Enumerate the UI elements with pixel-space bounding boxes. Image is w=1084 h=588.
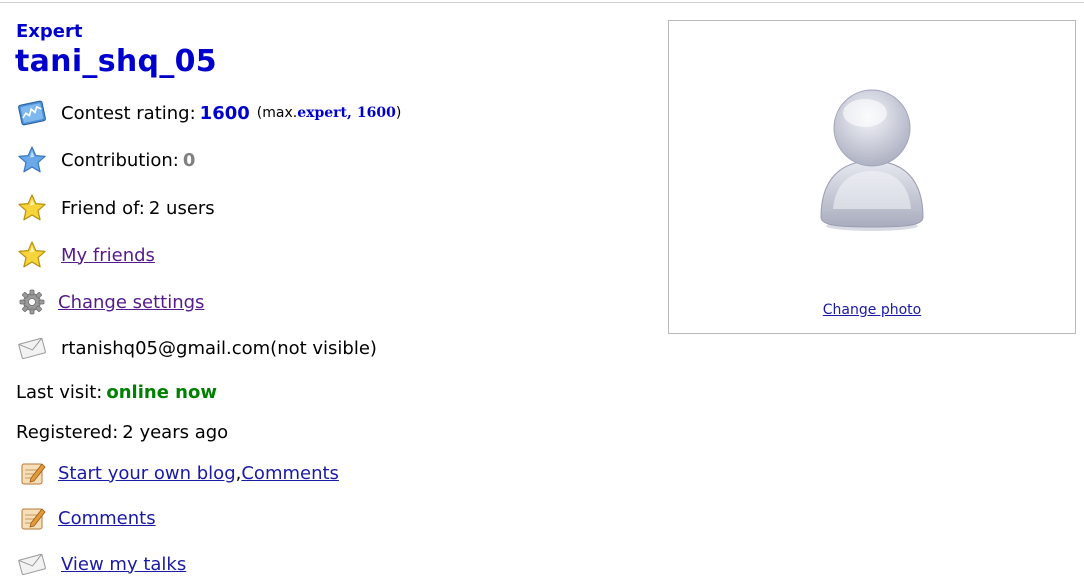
- friend-of-count: 2 users: [148, 197, 215, 219]
- max-rating-prefix: (max.: [256, 105, 298, 121]
- gear-icon: [16, 286, 48, 318]
- change-photo-link[interactable]: Change photo: [823, 302, 921, 318]
- talks-row: View my talks: [16, 548, 186, 580]
- email-address: rtanishq05@gmail.com: [61, 337, 271, 359]
- registered-value: 2 years ago: [122, 421, 229, 443]
- email-row: rtanishq05@gmail.com (not visible): [16, 332, 377, 364]
- last-visit-label: Last visit:: [16, 381, 103, 403]
- user-handle: tani_shq_05: [15, 44, 217, 79]
- last-visit-status: online now: [106, 381, 217, 403]
- profile-photo-box: Change photo: [668, 20, 1076, 334]
- gold-star-icon: [16, 192, 48, 224]
- max-rating-suffix: ): [395, 105, 402, 121]
- blog-notepad-icon: [16, 502, 48, 534]
- last-visit-row: Last visit: online now: [16, 376, 217, 408]
- contest-rating-value: 1600: [199, 102, 250, 124]
- max-rating-value: 1600: [356, 105, 396, 121]
- contribution-value: 0: [182, 149, 196, 171]
- friend-of-label: Friend of:: [61, 197, 145, 219]
- blue-star-icon: [16, 144, 48, 176]
- comments-link[interactable]: Comments: [58, 508, 156, 529]
- view-talks-link[interactable]: View my talks: [61, 554, 186, 575]
- blog-comments-link[interactable]: Comments: [241, 463, 339, 484]
- my-friends-link[interactable]: My friends: [61, 245, 155, 266]
- contest-rating-label: Contest rating:: [61, 102, 196, 124]
- comments-row: Comments: [16, 502, 156, 534]
- blog-notepad-icon: [16, 457, 48, 489]
- contribution-row: Contribution: 0: [16, 144, 195, 176]
- change-settings-row: Change settings: [16, 286, 204, 318]
- max-rank: expert,: [297, 105, 352, 121]
- user-rank: Expert: [16, 21, 83, 42]
- contribution-label: Contribution:: [61, 149, 179, 171]
- top-divider: [0, 2, 1084, 3]
- email-visibility: (not visible): [270, 337, 377, 359]
- envelope-icon: [16, 332, 48, 364]
- default-user-avatar: [817, 85, 927, 239]
- rating-chart-icon: [16, 97, 48, 129]
- contest-rating-row: Contest rating: 1600 (max. expert, 1600 …: [16, 97, 401, 129]
- change-settings-link[interactable]: Change settings: [58, 292, 204, 313]
- gold-star-icon: [16, 239, 48, 271]
- registered-label: Registered:: [16, 421, 119, 443]
- registered-row: Registered: 2 years ago: [16, 416, 228, 448]
- envelope-icon: [16, 548, 48, 580]
- blog-row: Start your own blog , Comments: [16, 457, 339, 489]
- my-friends-row: My friends: [16, 239, 155, 271]
- start-blog-link[interactable]: Start your own blog: [58, 463, 236, 484]
- change-photo-row: Change photo: [669, 302, 1075, 318]
- friend-of-row: Friend of: 2 users: [16, 192, 215, 224]
